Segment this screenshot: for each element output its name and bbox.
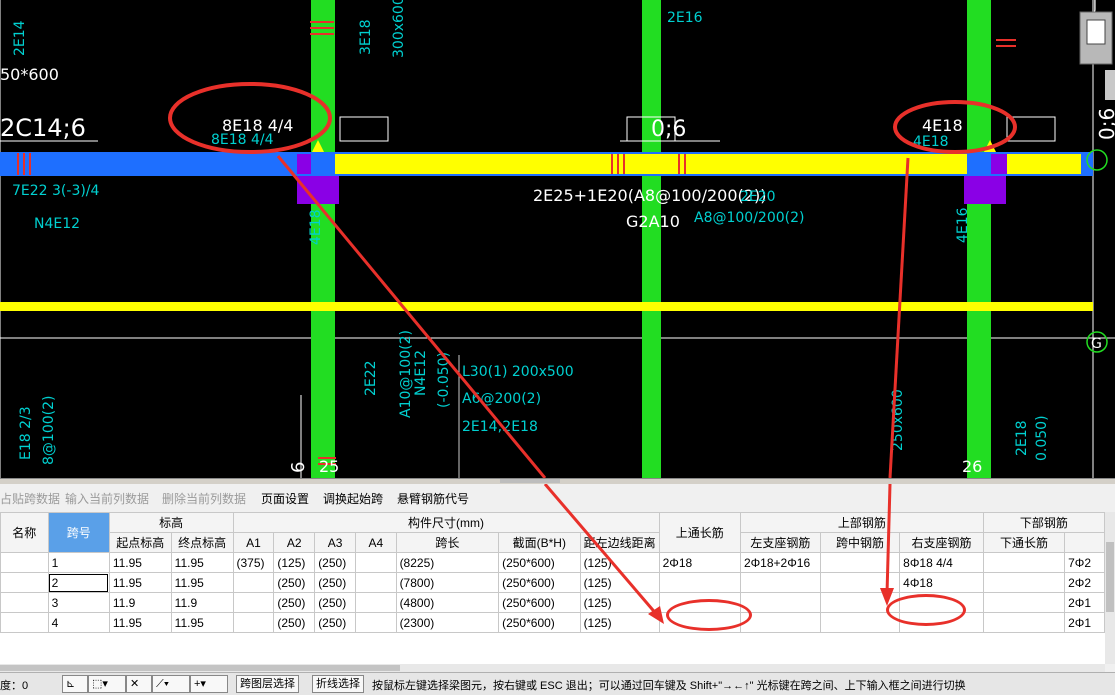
cad-label: 2E22 — [363, 360, 379, 396]
cad-label: 0.050) — [1034, 415, 1050, 461]
cad-label: 2E18 — [1014, 420, 1030, 456]
cad-label: 8E18 4/4 — [211, 132, 274, 148]
table-horizontal-scrollbar[interactable] — [0, 664, 1105, 672]
cad-label: 6 — [288, 462, 309, 473]
cross-layer-select-button[interactable]: 跨图层选择 — [236, 675, 299, 693]
cad-label: 25 — [319, 457, 339, 476]
cad-drawing[interactable]: 2E14 50*600 2C14;6 3E18 300x600 8E18 4/4… — [0, 0, 1115, 478]
beam-lower[interactable] — [0, 302, 1093, 311]
side-scroll-nub[interactable] — [1105, 70, 1115, 100]
view-cube-face — [1086, 19, 1106, 45]
cad-label: A8@100/200(2) — [694, 210, 804, 226]
ortho-toggle-icon[interactable]: ⊾ — [62, 675, 88, 693]
annotation-arrows-lower — [543, 484, 894, 624]
cad-label: 4E16 — [955, 207, 971, 243]
cad-label: 2E20 — [740, 189, 776, 205]
splitter-grip[interactable] — [500, 479, 560, 483]
cad-label: 4E18 — [308, 209, 324, 245]
cad-label: G2A10 — [626, 212, 680, 231]
offset-toggle-icon[interactable]: +▾ — [190, 675, 228, 693]
selected-beam[interactable] — [335, 154, 967, 174]
cad-label: 2C14;6 — [0, 114, 86, 142]
label-box — [339, 116, 389, 142]
column-beam-vertical[interactable] — [642, 0, 661, 478]
cad-label: N4E12 — [413, 350, 429, 396]
beam-table-panel: 占贴跨数据 输入当前列数据 删除当前列数据 页面设置 调换起始跨 悬臂钢筋代号 … — [0, 484, 1115, 695]
cad-label: L30(1) 200x500 — [462, 364, 574, 380]
cad-label: N4E12 — [34, 216, 80, 232]
scroll-thumb[interactable] — [0, 665, 400, 671]
cad-label: 50*600 — [0, 65, 59, 84]
snap-toggle-icon[interactable]: ⬚▾ — [88, 675, 126, 693]
cad-label: E18 2/3 — [18, 406, 34, 460]
cad-label: 4E18 — [922, 116, 963, 135]
support-block — [991, 154, 1007, 174]
cad-label: 2E14 — [12, 20, 28, 56]
cad-label: 0;6 — [1095, 108, 1115, 140]
cad-label: A10@100(2) — [398, 330, 414, 418]
polyline-select-button[interactable]: 折线选择 — [312, 675, 364, 693]
cad-label: 7E22 3(-3)/4 — [12, 183, 100, 199]
support-block — [297, 154, 311, 174]
cross-toggle-icon[interactable]: ✕ — [126, 675, 152, 693]
cad-label: (-0.050) — [436, 352, 452, 408]
status-angle: 度：0 — [0, 680, 29, 692]
cad-label: 3E18 — [358, 19, 374, 55]
cad-label: 26 — [962, 457, 982, 476]
polar-toggle-icon[interactable]: ⟋▾ — [152, 675, 190, 693]
cad-label: 8@100(2) — [41, 396, 57, 465]
support-block — [297, 176, 339, 204]
status-hint: 按鼠标左键选择梁图元，按右键或 ESC 退出；可以通过回车键及 Shift+"→… — [372, 680, 966, 692]
cad-label: 2E16 — [667, 10, 703, 26]
cad-label: 300x600 — [391, 0, 407, 58]
cad-label: 2E25+1E20(A8@100/200(2)) — [533, 186, 766, 205]
cad-label: 0;6 — [651, 117, 686, 142]
axis-label: G — [1091, 336, 1102, 352]
status-bar: 度：0 ⊾ ⬚▾ ✕ ⟋▾ +▾ 跨图层选择 折线选择 按鼠标左键选择梁图元，按… — [0, 672, 1115, 695]
support-block — [964, 176, 1006, 204]
cad-viewport[interactable]: 2E14 50*600 2C14;6 3E18 300x600 8E18 4/4… — [0, 0, 1115, 478]
